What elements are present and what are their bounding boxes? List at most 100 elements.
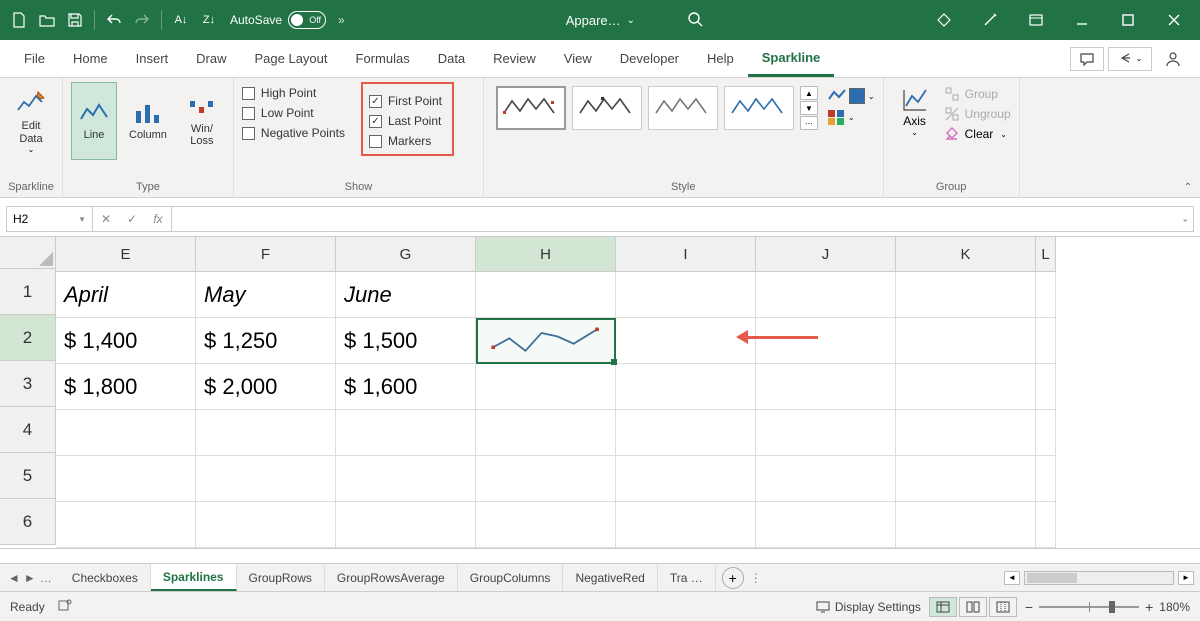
tab-view[interactable]: View bbox=[550, 40, 606, 77]
cell-f6[interactable] bbox=[196, 502, 336, 548]
check-high-point[interactable]: High Point bbox=[242, 86, 345, 100]
add-sheet-button[interactable]: + bbox=[722, 567, 744, 589]
cell-g4[interactable] bbox=[336, 410, 476, 456]
cell-h6[interactable] bbox=[476, 502, 616, 548]
cell-h5[interactable] bbox=[476, 456, 616, 502]
group-button[interactable]: Group bbox=[944, 86, 1011, 102]
title-dropdown-icon[interactable]: ⌄ bbox=[627, 15, 635, 26]
style-thumb-3[interactable] bbox=[648, 86, 718, 130]
name-box[interactable]: H2 ▼ bbox=[7, 207, 93, 231]
clear-button[interactable]: Clear⌄ bbox=[944, 126, 1011, 142]
cell-j5[interactable] bbox=[756, 456, 896, 502]
hscroll-track[interactable] bbox=[1024, 571, 1174, 585]
sort-asc-icon[interactable]: A↓ bbox=[168, 7, 194, 33]
type-winloss-button[interactable]: Win/ Loss bbox=[179, 82, 225, 160]
tab-home[interactable]: Home bbox=[59, 40, 122, 77]
col-header-f[interactable]: F bbox=[196, 237, 336, 272]
comments-button[interactable] bbox=[1070, 47, 1104, 71]
hscroll-thumb[interactable] bbox=[1027, 573, 1077, 583]
view-page-break-icon[interactable] bbox=[989, 597, 1017, 617]
cell-e2[interactable]: $ 1,400 bbox=[56, 318, 196, 364]
redo-icon[interactable] bbox=[129, 7, 155, 33]
check-low-point[interactable]: Low Point bbox=[242, 106, 345, 120]
tab-sparkline[interactable]: Sparkline bbox=[748, 40, 835, 77]
view-normal-icon[interactable] bbox=[929, 597, 957, 617]
undo-icon[interactable] bbox=[101, 7, 127, 33]
tab-draw[interactable]: Draw bbox=[182, 40, 240, 77]
row-header-6[interactable]: 6 bbox=[0, 499, 56, 545]
col-header-i[interactable]: I bbox=[616, 237, 756, 272]
check-last-point[interactable]: ✓Last Point bbox=[369, 114, 442, 128]
tab-developer[interactable]: Developer bbox=[606, 40, 693, 77]
col-header-j[interactable]: J bbox=[756, 237, 896, 272]
cell-k1[interactable] bbox=[896, 272, 1036, 318]
save-icon[interactable] bbox=[62, 7, 88, 33]
hscroll-left-icon[interactable]: ◄ bbox=[1004, 571, 1020, 585]
cell-f4[interactable] bbox=[196, 410, 336, 456]
gallery-more-icon[interactable]: ⋯ bbox=[800, 116, 818, 130]
style-thumb-4[interactable] bbox=[724, 86, 794, 130]
col-header-e[interactable]: E bbox=[56, 237, 196, 272]
row-header-1[interactable]: 1 bbox=[0, 269, 56, 315]
cell-j3[interactable] bbox=[756, 364, 896, 410]
maximize-button[interactable] bbox=[1108, 0, 1148, 40]
zoom-out-button[interactable]: − bbox=[1025, 599, 1033, 615]
sheet-nav-next-icon[interactable]: ► bbox=[24, 571, 36, 585]
zoom-in-button[interactable]: + bbox=[1145, 599, 1153, 615]
cell-i6[interactable] bbox=[616, 502, 756, 548]
tab-help[interactable]: Help bbox=[693, 40, 748, 77]
cell-f5[interactable] bbox=[196, 456, 336, 502]
cell-i4[interactable] bbox=[616, 410, 756, 456]
cell-i1[interactable] bbox=[616, 272, 756, 318]
cell-e3[interactable]: $ 1,800 bbox=[56, 364, 196, 410]
zoom-value[interactable]: 180% bbox=[1159, 600, 1190, 614]
zoom-slider-knob[interactable] bbox=[1109, 601, 1115, 613]
account-icon[interactable] bbox=[1156, 47, 1190, 71]
cell-k5[interactable] bbox=[896, 456, 1036, 502]
cell-k3[interactable] bbox=[896, 364, 1036, 410]
cell-i3[interactable] bbox=[616, 364, 756, 410]
new-file-icon[interactable] bbox=[6, 7, 32, 33]
sheet-tab-groupcolumns[interactable]: GroupColumns bbox=[458, 564, 564, 591]
type-column-button[interactable]: Column bbox=[123, 82, 173, 160]
hscroll-right-icon[interactable]: ► bbox=[1178, 571, 1194, 585]
select-all-corner[interactable] bbox=[0, 237, 56, 269]
tab-file[interactable]: File bbox=[10, 40, 59, 77]
cell-j1[interactable] bbox=[756, 272, 896, 318]
cell-h3[interactable] bbox=[476, 364, 616, 410]
diamond-icon[interactable] bbox=[924, 0, 964, 40]
display-settings-button[interactable]: Display Settings bbox=[815, 599, 921, 615]
cell-l6[interactable] bbox=[1036, 502, 1056, 548]
sheet-nav-prev-icon[interactable]: ◄ bbox=[8, 571, 20, 585]
sheet-tab-grouprowsaverage[interactable]: GroupRowsAverage bbox=[325, 564, 458, 591]
cell-e1[interactable]: April bbox=[56, 272, 196, 318]
name-box-dropdown-icon[interactable]: ▼ bbox=[78, 215, 86, 224]
sparkline-color-button[interactable]: ⌄ bbox=[828, 88, 875, 104]
check-first-point[interactable]: ✓First Point bbox=[369, 94, 442, 108]
sheet-nav-more-icon[interactable]: … bbox=[40, 571, 52, 585]
check-negative-points[interactable]: Negative Points bbox=[242, 126, 345, 140]
cell-e6[interactable] bbox=[56, 502, 196, 548]
cell-k4[interactable] bbox=[896, 410, 1036, 456]
tab-data[interactable]: Data bbox=[424, 40, 479, 77]
view-page-layout-icon[interactable] bbox=[959, 597, 987, 617]
zoom-slider[interactable] bbox=[1039, 606, 1139, 608]
cell-e5[interactable] bbox=[56, 456, 196, 502]
tab-insert[interactable]: Insert bbox=[122, 40, 183, 77]
document-title[interactable]: Appare… bbox=[566, 13, 621, 28]
marker-color-button[interactable]: ⌄ bbox=[828, 110, 875, 125]
style-thumb-1[interactable] bbox=[496, 86, 566, 130]
gallery-up-icon[interactable]: ▲ bbox=[800, 86, 818, 100]
magic-icon[interactable] bbox=[970, 0, 1010, 40]
cell-j6[interactable] bbox=[756, 502, 896, 548]
style-thumb-2[interactable] bbox=[572, 86, 642, 130]
sort-desc-icon[interactable]: Z↓ bbox=[196, 7, 222, 33]
edit-data-button[interactable]: Edit Data ⌄ bbox=[8, 82, 54, 160]
fx-icon[interactable]: fx bbox=[145, 212, 171, 226]
sheet-tab-tra[interactable]: Tra … bbox=[658, 564, 716, 591]
col-header-l[interactable]: L bbox=[1036, 237, 1056, 272]
tab-page-layout[interactable]: Page Layout bbox=[241, 40, 342, 77]
formula-input[interactable]: ⌄ bbox=[172, 207, 1193, 231]
expand-formula-bar-icon[interactable]: ⌄ bbox=[1181, 214, 1189, 225]
autosave-toggle[interactable]: AutoSave Off bbox=[230, 11, 326, 29]
